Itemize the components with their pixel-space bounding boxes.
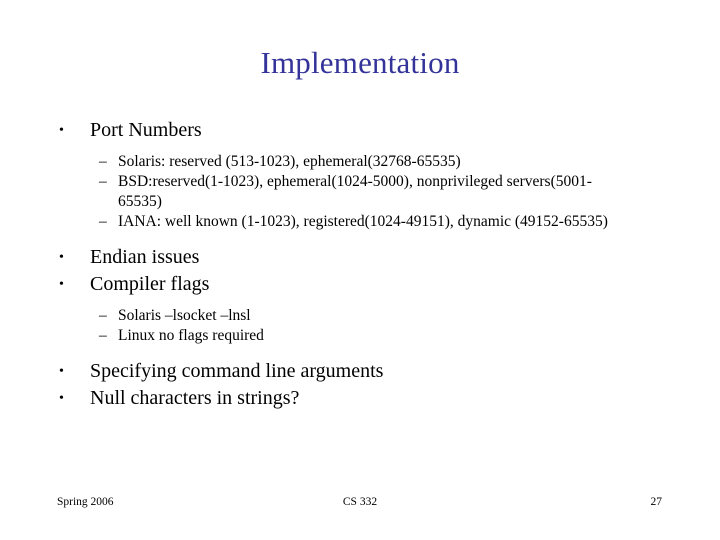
bullet-text: Linux no flags required <box>118 327 264 344</box>
bullet-dot-icon: • <box>59 277 64 292</box>
slide-number: 27 <box>650 496 663 508</box>
bullet-dash-icon: – <box>99 213 107 230</box>
slide-footer: Spring 2006 CS 332 27 <box>0 494 720 514</box>
bullet-text: Compiler flags <box>90 273 210 295</box>
bullet-level2: – Solaris –lsocket –lnsl <box>0 306 720 326</box>
bullet-dash-icon: – <box>99 173 107 190</box>
bullet-level1: • Compiler flags <box>0 271 720 298</box>
bullet-dash-icon: – <box>99 327 107 344</box>
bullet-dash-icon: – <box>99 307 107 324</box>
footer-course-name: CS 332 <box>342 496 378 508</box>
bullet-level2: – Solaris: reserved (513-1023), ephemera… <box>0 152 720 172</box>
bullet-dot-icon: • <box>59 391 64 406</box>
bullet-level2: – IANA: well known (1-1023), registered(… <box>0 212 720 232</box>
bullet-level1: • Endian issues <box>0 244 720 271</box>
bullet-dot-icon: • <box>59 123 64 138</box>
bullet-text: Null characters in strings? <box>90 387 300 409</box>
bullet-text: IANA: well known (1-1023), registered(10… <box>118 213 608 230</box>
page-title: Implementation <box>260 45 460 80</box>
bullet-text: Solaris –lsocket –lnsl <box>118 307 251 324</box>
bullet-dash-icon: – <box>99 153 107 170</box>
bullet-level1: • Null characters in strings? <box>0 385 720 412</box>
slide-canvas: Implementation • Port Numbers – Solaris:… <box>0 0 720 540</box>
bullet-text: Endian issues <box>90 246 200 268</box>
bullet-text: Port Numbers <box>90 119 202 141</box>
bullet-text: Solaris: reserved (513-1023), ephemeral(… <box>118 153 461 170</box>
slide-body: • Port Numbers – Solaris: reserved (513-… <box>0 117 720 412</box>
bullet-level1: • Specifying command line arguments <box>0 358 720 385</box>
bullet-level2: – Linux no flags required <box>0 326 720 346</box>
bullet-level2: – BSD:reserved(1-1023), ephemeral(1024-5… <box>0 172 720 212</box>
bullet-level1: • Port Numbers <box>0 117 720 144</box>
bullet-dot-icon: • <box>59 250 64 265</box>
bullet-dot-icon: • <box>59 364 64 379</box>
bullet-text: Specifying command line arguments <box>90 360 384 382</box>
bullet-text: BSD:reserved(1-1023), ephemeral(1024-500… <box>118 173 592 210</box>
